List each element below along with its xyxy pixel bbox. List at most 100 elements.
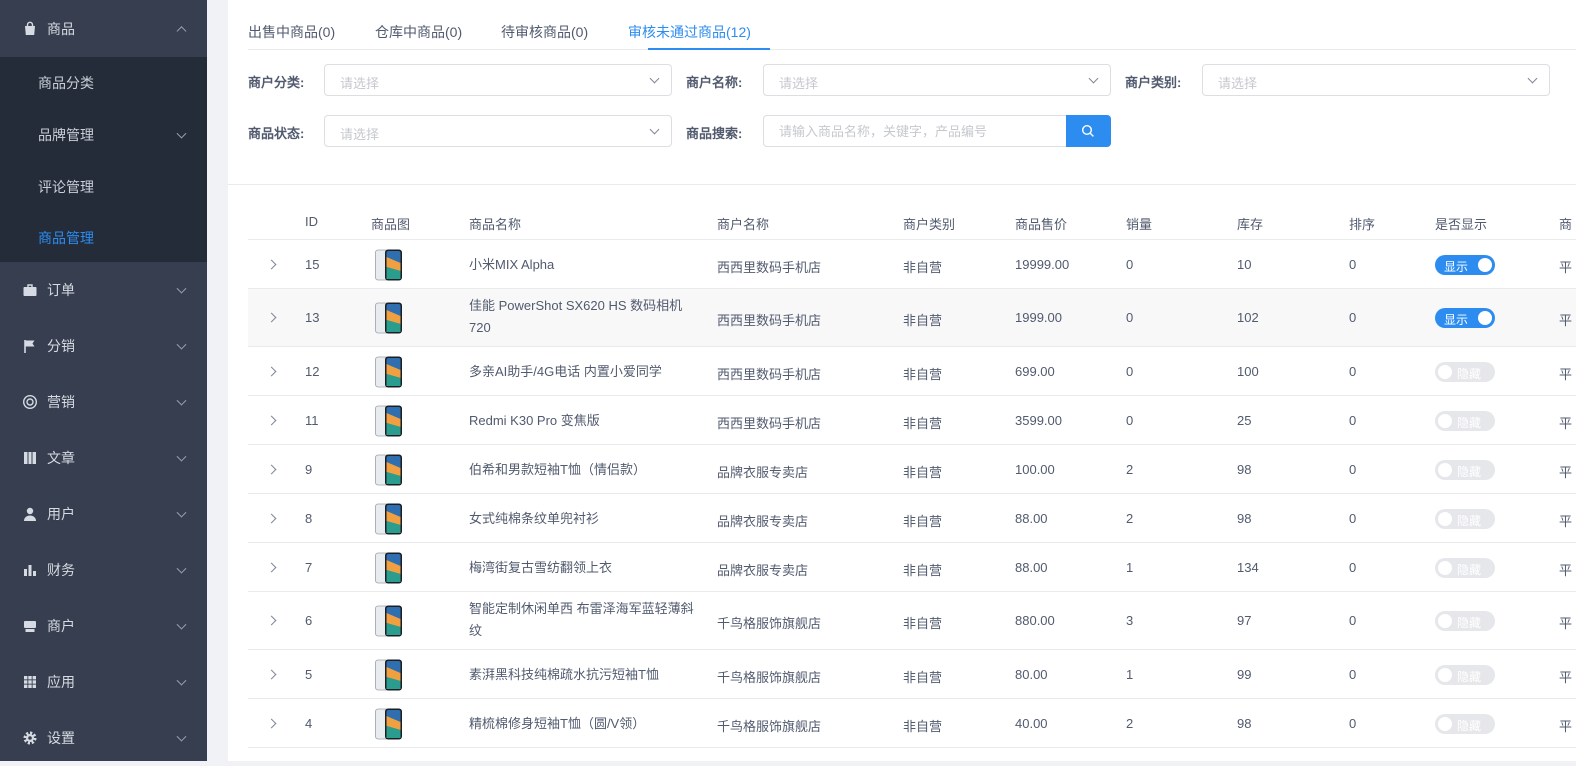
chevron-down-icon	[1088, 73, 1099, 84]
show-toggle[interactable]: 隐藏	[1435, 611, 1495, 631]
menu-item-finance[interactable]: 财务	[0, 542, 207, 598]
cell-id: 15	[305, 257, 320, 272]
menu-item-settings[interactable]: 设置	[0, 710, 207, 766]
merchant-type-select[interactable]: 请选择	[1202, 64, 1550, 96]
chevron-down-icon	[176, 675, 187, 686]
book-icon	[24, 452, 36, 464]
search-button[interactable]	[1066, 115, 1111, 147]
cell-merchant: 西西里数码手机店	[717, 367, 822, 382]
table-row[interactable]: 12 西西里数码手机店 非自营 699.00 0 100 0 平 多亲AI助手/4G电话 内置小…	[248, 347, 1576, 396]
product-thumbnail	[375, 659, 402, 691]
show-toggle[interactable]: 隐藏	[1435, 665, 1495, 685]
table-row[interactable]: 13 西西里数码手机店 非自营 1999.00 0 102 0 平 佳能 PowerShot S…	[248, 289, 1576, 347]
table-row[interactable]: 7 品牌衣服专卖店 非自营 88.00 1 134 0 平 梅湾街复古雪纺翻领上衣 隐藏	[248, 543, 1576, 592]
show-toggle[interactable]: 隐藏	[1435, 558, 1495, 578]
cell-price: 880.00	[1015, 613, 1055, 628]
cell-price: 88.00	[1015, 511, 1048, 526]
cell-sort: 0	[1349, 310, 1357, 325]
cell-price: 88.00	[1015, 560, 1048, 575]
menu-item-marketing[interactable]: 营销	[0, 374, 207, 430]
cell-stock: 98	[1237, 716, 1252, 731]
tab-on-sale[interactable]: 出售中商品(0)	[248, 22, 335, 42]
product-thumbnail	[375, 405, 402, 437]
expand-row-icon[interactable]	[266, 615, 277, 626]
show-toggle[interactable]: 隐藏	[1435, 411, 1495, 431]
menu-item-distribution[interactable]: 分销	[0, 318, 207, 374]
sub-item-comments[interactable]: 评论管理	[0, 161, 207, 213]
menu-item-app[interactable]: 应用	[0, 654, 207, 710]
expand-row-icon[interactable]	[266, 513, 277, 524]
table-row[interactable]: 11 西西里数码手机店 非自营 3599.00 0 25 0 平 Redmi K30 Pro 变…	[248, 396, 1576, 445]
cell-name: 智能定制休闲单西 布雷泽海军蓝轻薄斜纹	[469, 601, 694, 638]
lifebuoy-icon	[22, 394, 38, 410]
merchant-category-select[interactable]: 请选择	[324, 64, 672, 96]
show-toggle[interactable]: 隐藏	[1435, 362, 1495, 382]
col-name: 商品名称	[469, 217, 522, 232]
col-merchant: 商户名称	[717, 217, 770, 232]
menu-item-article[interactable]: 文章	[0, 430, 207, 486]
cell-merchant: 千鸟格服饰旗舰店	[717, 616, 822, 631]
sub-item-category[interactable]: 商品分类	[0, 57, 207, 109]
cell-id: 4	[305, 716, 313, 731]
chevron-down-icon	[176, 451, 187, 462]
show-toggle[interactable]: 显示	[1435, 255, 1495, 275]
chevron-up-icon	[176, 25, 187, 36]
tab-review-rejected[interactable]: 审核未通过商品(12)	[628, 22, 751, 42]
show-toggle[interactable]: 隐藏	[1435, 509, 1495, 529]
product-search-input[interactable]	[763, 115, 1067, 147]
cell-sort: 0	[1349, 511, 1357, 526]
product-table: ID 商品图 商品名称 商户名称 商户类别 商品售价 销量 库存 排序 是否显示…	[248, 200, 1576, 748]
expand-row-icon[interactable]	[266, 718, 277, 729]
toggle-knob	[1438, 717, 1452, 731]
merchant-name-select[interactable]: 请选择	[763, 64, 1111, 96]
toggle-label: 隐藏	[1457, 416, 1482, 430]
tab-pending-review[interactable]: 待审核商品(0)	[501, 22, 588, 42]
table-row[interactable]: 5 千鸟格服饰旗舰店 非自营 80.00 1 99 0 平 素湃黑科技纯棉疏水抗污短袖T恤 隐藏	[248, 650, 1576, 699]
table-row[interactable]: 9 品牌衣服专卖店 非自营 100.00 2 98 0 平 伯希和男款短袖T恤（情侣款） 隐藏	[248, 445, 1576, 494]
expand-row-icon[interactable]	[266, 464, 277, 475]
table-row[interactable]: 6 千鸟格服饰旗舰店 非自营 880.00 3 97 0 平 智能定制休闲单西 布雷泽海军蓝轻薄…	[248, 592, 1576, 650]
chevron-down-icon	[176, 128, 187, 139]
cell-sales: 0	[1126, 257, 1134, 272]
cell-id: 12	[305, 364, 320, 379]
chevron-down-icon	[176, 283, 187, 294]
expand-row-icon[interactable]	[266, 415, 277, 426]
cell-merchant: 品牌衣服专卖店	[717, 514, 809, 529]
expand-row-icon[interactable]	[266, 259, 277, 270]
grid-icon	[24, 676, 36, 688]
menu-item-order[interactable]: 订单	[0, 262, 207, 318]
cell-id: 9	[305, 462, 313, 477]
col-price: 商品售价	[1015, 217, 1068, 232]
menu-item-user[interactable]: 用户	[0, 486, 207, 542]
toggle-knob	[1438, 561, 1452, 575]
section-divider	[228, 184, 1576, 185]
product-thumbnail	[375, 708, 402, 740]
show-toggle[interactable]: 隐藏	[1435, 460, 1495, 480]
show-toggle[interactable]: 隐藏	[1435, 714, 1495, 734]
expand-row-icon[interactable]	[266, 562, 277, 573]
menu-item-product[interactable]: 商品	[0, 0, 207, 57]
filter-label-merchant-category: 商户分类:	[248, 75, 305, 90]
select-placeholder: 请选择	[1218, 76, 1258, 91]
sub-item-brand[interactable]: 品牌管理	[0, 109, 207, 161]
cell-type: 非自营	[903, 465, 943, 480]
expand-row-icon[interactable]	[266, 312, 277, 323]
table-row[interactable]: 8 品牌衣服专卖店 非自营 88.00 2 98 0 平 女式纯棉条纹单兜衬衫 隐藏	[248, 494, 1576, 543]
cell-stock: 102	[1237, 310, 1259, 325]
cell-sales: 1	[1126, 667, 1134, 682]
col-image: 商品图	[371, 217, 411, 232]
expand-row-icon[interactable]	[266, 366, 277, 377]
table-row[interactable]: 4 千鸟格服饰旗舰店 非自营 40.00 2 98 0 平 精梳棉修身短袖T恤（圆/V领） 隐藏	[248, 699, 1576, 748]
cell-stock: 99	[1237, 667, 1252, 682]
table-row[interactable]: 15 西西里数码手机店 非自营 19999.00 0 10 0 平 小米MIX Alpha 显示	[248, 240, 1576, 289]
cell-extra: 平	[1559, 416, 1573, 431]
cell-name: 小米MIX Alpha	[469, 257, 555, 272]
product-status-select[interactable]: 请选择	[324, 115, 672, 147]
sub-item-product-manage[interactable]: 商品管理	[0, 213, 207, 262]
tab-warehouse[interactable]: 仓库中商品(0)	[375, 22, 462, 42]
chevron-down-icon	[176, 731, 187, 742]
menu-item-merchant[interactable]: 商户	[0, 598, 207, 654]
expand-row-icon[interactable]	[266, 669, 277, 680]
show-toggle[interactable]: 显示	[1435, 308, 1495, 328]
cell-merchant: 西西里数码手机店	[717, 260, 822, 275]
